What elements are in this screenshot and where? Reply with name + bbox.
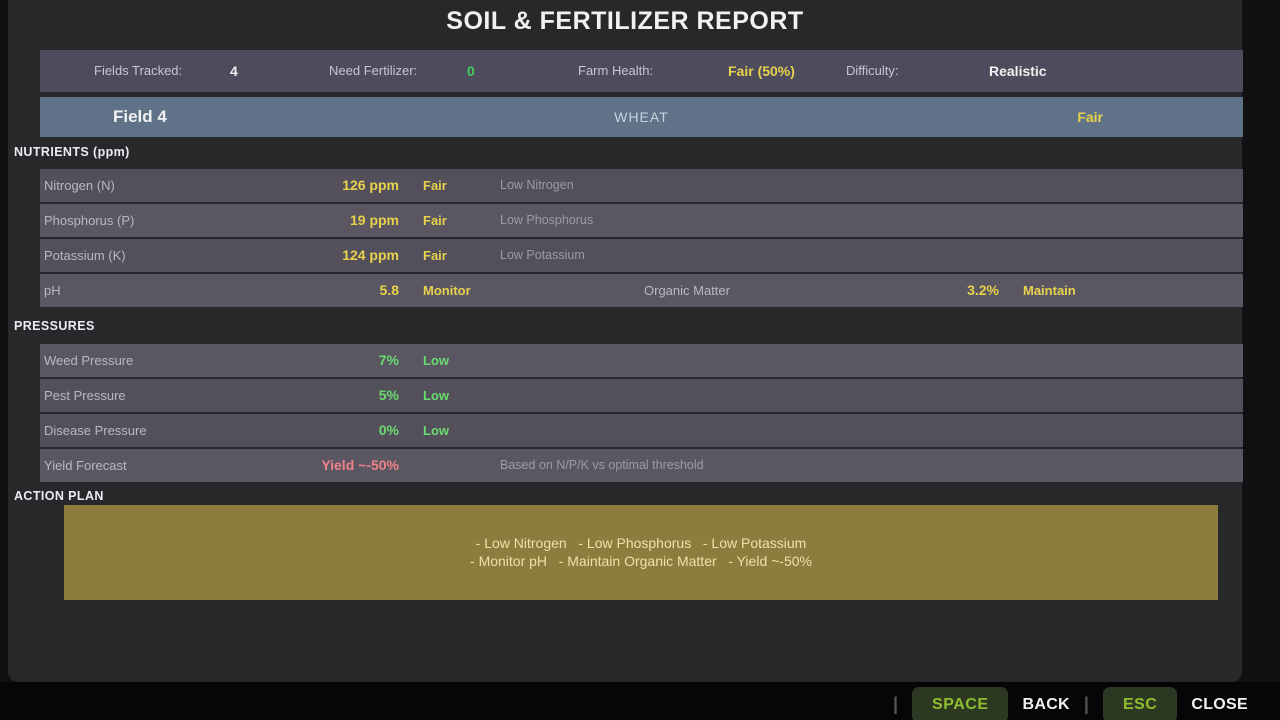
pressure-status: Low	[423, 344, 449, 377]
yield-note: Based on N/P/K vs optimal threshold	[500, 449, 704, 482]
keybind-separator: |	[893, 694, 898, 715]
yield-forecast-row: Yield Forecast Yield ~-50% Based on N/P/…	[40, 449, 1243, 482]
action-plan-line: - Low Nitrogen - Low Phosphorus - Low Po…	[476, 535, 807, 553]
organic-matter-status: Maintain	[1023, 274, 1076, 307]
pressure-row-disease: Disease Pressure 0% Low	[40, 414, 1243, 447]
farm-stats-bar: Fields Tracked: 4 Need Fertilizer: 0 Far…	[40, 50, 1243, 92]
pressure-value: 5%	[40, 379, 399, 412]
pressure-row-pest: Pest Pressure 5% Low	[40, 379, 1243, 412]
ph-row: pH 5.8 Monitor Organic Matter 3.2% Maint…	[40, 274, 1243, 307]
stat-fields-tracked-value: 4	[230, 50, 238, 92]
esc-key-button[interactable]: ESC	[1103, 687, 1177, 720]
stat-difficulty-value: Realistic	[989, 50, 1047, 92]
report-panel: SOIL & FERTILIZER REPORT Fields Tracked:…	[8, 0, 1242, 682]
keybind-separator: |	[1084, 694, 1089, 715]
nutrient-row-potassium: Potassium (K) 124 ppm Fair Low Potassium	[40, 239, 1243, 272]
stat-difficulty-label: Difficulty:	[846, 50, 899, 92]
nutrients-section-label: NUTRIENTS (ppm)	[14, 145, 130, 159]
stat-need-fertilizer-label: Need Fertilizer:	[329, 50, 417, 92]
pressure-row-weed: Weed Pressure 7% Low	[40, 344, 1243, 377]
pressure-status: Low	[423, 379, 449, 412]
nutrient-row-phosphorus: Phosphorus (P) 19 ppm Fair Low Phosphoru…	[40, 204, 1243, 237]
pressure-value: 7%	[40, 344, 399, 377]
ph-status: Monitor	[423, 274, 471, 307]
nutrient-value: 124 ppm	[40, 239, 399, 272]
nutrient-status: Fair	[423, 204, 447, 237]
close-action-label[interactable]: CLOSE	[1191, 696, 1248, 714]
field-crop: WHEAT	[40, 97, 1243, 137]
nutrient-hint: Low Potassium	[500, 239, 585, 272]
organic-matter-value: 3.2%	[740, 274, 999, 307]
stat-farm-health-value: Fair (50%)	[728, 50, 795, 92]
space-key-button[interactable]: SPACE	[912, 687, 1008, 720]
ph-value: 5.8	[40, 274, 399, 307]
action-plan-line: - Monitor pH - Maintain Organic Matter -…	[470, 553, 812, 571]
yield-value: Yield ~-50%	[40, 449, 399, 482]
stat-fields-tracked-label: Fields Tracked:	[94, 50, 182, 92]
action-plan-section-label: ACTION PLAN	[14, 489, 104, 503]
back-action-label[interactable]: BACK	[1022, 696, 1069, 714]
pressure-value: 0%	[40, 414, 399, 447]
nutrient-hint: Low Phosphorus	[500, 204, 593, 237]
page-title: SOIL & FERTILIZER REPORT	[8, 7, 1242, 36]
nutrient-status: Fair	[423, 169, 447, 202]
keybind-hints: | SPACE BACK | ESC CLOSE	[893, 687, 1248, 720]
nutrient-row-nitrogen: Nitrogen (N) 126 ppm Fair Low Nitrogen	[40, 169, 1243, 202]
nutrient-hint: Low Nitrogen	[500, 169, 574, 202]
nutrient-value: 126 ppm	[40, 169, 399, 202]
nutrient-value: 19 ppm	[40, 204, 399, 237]
action-plan-box: - Low Nitrogen - Low Phosphorus - Low Po…	[64, 505, 1218, 600]
field-status-badge: Fair	[1077, 97, 1103, 137]
pressure-status: Low	[423, 414, 449, 447]
stat-farm-health-label: Farm Health:	[578, 50, 653, 92]
field-header-bar[interactable]: Field 4 WHEAT Fair	[40, 97, 1243, 137]
organic-matter-label: Organic Matter	[644, 274, 730, 307]
pressures-section-label: PRESSURES	[14, 319, 95, 333]
stat-need-fertilizer-value: 0	[467, 50, 475, 92]
nutrient-status: Fair	[423, 239, 447, 272]
